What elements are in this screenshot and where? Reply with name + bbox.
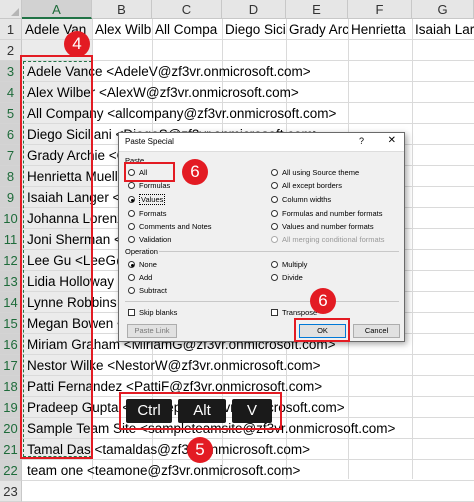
cell-d1[interactable]: Diego Sici: [222, 19, 286, 40]
radio-formats[interactable]: Formats: [128, 209, 167, 219]
radio-icon: [271, 223, 278, 230]
radio-icon: [271, 210, 278, 217]
col-header-a[interactable]: A: [22, 0, 92, 19]
select-all-corner[interactable]: [0, 0, 22, 19]
highlight-column-a: [20, 55, 93, 459]
radio-comments-notes[interactable]: Comments and Notes: [128, 222, 212, 232]
col-header-d[interactable]: D: [222, 0, 286, 19]
row-header-12[interactable]: 12: [0, 250, 22, 271]
key-v: V: [232, 399, 272, 423]
radio-op-divide[interactable]: Divide: [271, 273, 303, 283]
key-alt: Alt: [178, 399, 226, 423]
bottom-separator: [125, 301, 399, 302]
operation-group-label: Operation: [125, 247, 158, 256]
cell-a22[interactable]: team one <teamone@zf3vr.onmicrosoft.com>: [24, 460, 472, 481]
step-badge-4: 4: [64, 31, 90, 57]
dialog-title: Paste Special: [125, 137, 174, 146]
row-header-16[interactable]: 16: [0, 334, 22, 355]
checkbox-icon: [271, 309, 278, 316]
row-header-6[interactable]: 6: [0, 124, 22, 145]
radio-icon: [271, 261, 278, 268]
row-header-4[interactable]: 4: [0, 82, 22, 103]
highlight-values-option: [124, 162, 175, 182]
row-header-3[interactable]: 3: [0, 61, 22, 82]
checkbox-skip-blanks[interactable]: Skip blanks: [128, 308, 177, 318]
step-badge-5: 5: [187, 437, 213, 463]
radio-validation[interactable]: Validation: [128, 235, 171, 245]
cell-f1[interactable]: Henrietta: [348, 19, 412, 40]
col-header-g[interactable]: G: [412, 0, 474, 19]
row-header-20[interactable]: 20: [0, 418, 22, 439]
row-header-13[interactable]: 13: [0, 271, 22, 292]
row-header-7[interactable]: 7: [0, 145, 22, 166]
radio-op-none[interactable]: None: [128, 260, 157, 270]
radio-icon: [128, 223, 135, 230]
cancel-button[interactable]: Cancel: [353, 324, 400, 338]
row-header-14[interactable]: 14: [0, 292, 22, 313]
radio-op-add[interactable]: Add: [128, 273, 152, 283]
col-header-c[interactable]: C: [152, 0, 222, 19]
checkbox-icon: [128, 309, 135, 316]
row-header-15[interactable]: 15: [0, 313, 22, 334]
row-header-11[interactable]: 11: [0, 229, 22, 250]
operation-separator: [159, 251, 399, 252]
radio-icon: [128, 210, 135, 217]
radio-icon: [271, 196, 278, 203]
cell-g1[interactable]: Isaiah Lar: [412, 19, 474, 40]
radio-all-source-theme[interactable]: All using Source theme: [271, 168, 359, 178]
row-header-2[interactable]: 2: [0, 40, 22, 61]
radio-op-subtract[interactable]: Subtract: [128, 286, 167, 296]
step-badge-6-values: 6: [182, 159, 208, 185]
cell-c1[interactable]: All Compa: [152, 19, 222, 40]
checkbox-transpose[interactable]: Transpose: [271, 308, 317, 318]
row-header-18[interactable]: 18: [0, 376, 22, 397]
dialog-titlebar: Paste Special ? ✕: [119, 133, 404, 152]
row-header-19[interactable]: 19: [0, 397, 22, 418]
radio-formulas[interactable]: Formulas: [128, 181, 170, 191]
cell-b1[interactable]: Alex Wilb: [92, 19, 152, 40]
radio-icon: [128, 236, 135, 243]
row-header-10[interactable]: 10: [0, 208, 22, 229]
radio-values[interactable]: Values: [128, 194, 166, 205]
close-icon[interactable]: ✕: [388, 135, 396, 146]
row-header-21[interactable]: 21: [0, 439, 22, 460]
radio-all-except-borders[interactable]: All except borders: [271, 181, 342, 191]
radio-icon: [128, 274, 135, 281]
cell-e1[interactable]: Grady Arc: [286, 19, 348, 40]
col-header-b[interactable]: B: [92, 0, 152, 19]
radio-icon: [128, 287, 135, 294]
radio-icon: [271, 182, 278, 189]
step-badge-6-ok: 6: [310, 288, 336, 314]
radio-icon: [128, 182, 135, 189]
radio-values-number-formats[interactable]: Values and number formats: [271, 222, 374, 232]
col-header-e[interactable]: E: [286, 0, 348, 19]
radio-icon: [271, 274, 278, 281]
keyboard-shortcut-box: Ctrl Alt V: [119, 392, 282, 430]
radio-formulas-number-formats[interactable]: Formulas and number formats: [271, 209, 382, 219]
row-header-22[interactable]: 22: [0, 460, 22, 481]
row-header-1[interactable]: 1: [0, 19, 22, 40]
row-header-8[interactable]: 8: [0, 166, 22, 187]
radio-selected-icon: [128, 196, 135, 203]
row-header-5[interactable]: 5: [0, 103, 22, 124]
radio-icon: [271, 169, 278, 176]
row-header-23[interactable]: 23: [0, 481, 22, 502]
radio-column-widths[interactable]: Column widths: [271, 195, 331, 205]
help-button[interactable]: ?: [359, 136, 364, 146]
radio-selected-icon: [128, 261, 135, 268]
radio-op-multiply[interactable]: Multiply: [271, 260, 307, 270]
key-ctrl: Ctrl: [126, 399, 172, 423]
row-header-9[interactable]: 9: [0, 187, 22, 208]
radio-all-merging-conditional: All merging conditional formats: [271, 235, 385, 245]
radio-disabled-icon: [271, 236, 278, 243]
row-header-17[interactable]: 17: [0, 355, 22, 376]
col-header-f[interactable]: F: [348, 0, 412, 19]
paste-link-button[interactable]: Paste Link: [127, 324, 177, 338]
highlight-ok-button: [294, 318, 350, 342]
